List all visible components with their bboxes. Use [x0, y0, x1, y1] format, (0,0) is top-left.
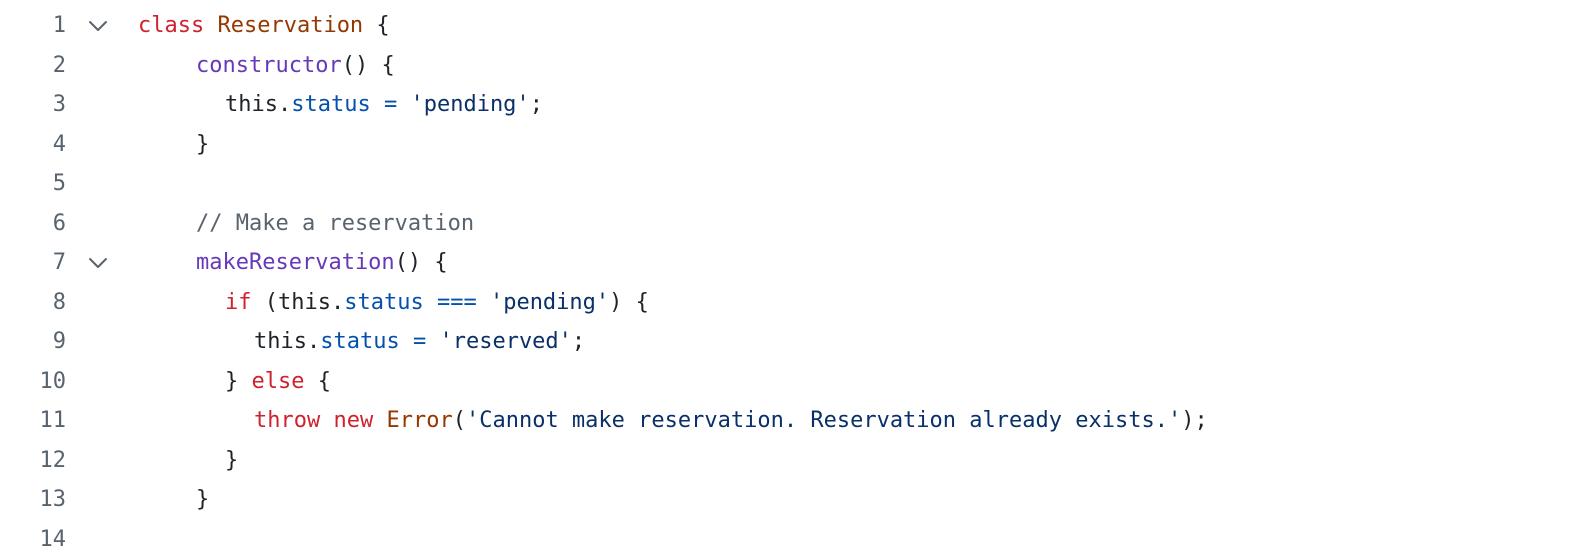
code-token: status — [344, 290, 423, 315]
code-token: Error — [386, 408, 452, 433]
line-number: 7 — [0, 243, 66, 283]
code-line[interactable]: 13} — [0, 480, 1590, 520]
code-text: } — [196, 480, 209, 520]
code-token: 'Cannot make reservation. Reservation al… — [466, 408, 1181, 433]
code-token: () { — [342, 53, 395, 78]
code-token: if — [225, 290, 252, 315]
code-text: throw new Error('Cannot make reservation… — [254, 401, 1208, 441]
code-token: = — [384, 92, 397, 117]
code-text: if (this.status === 'pending') { — [225, 283, 649, 323]
code-text: makeReservation() { — [196, 243, 448, 283]
code-token: status — [291, 92, 370, 117]
line-number: 8 — [0, 283, 66, 323]
code-token: ) { — [609, 290, 649, 315]
code-token — [204, 13, 217, 38]
code-text: } else { — [225, 362, 331, 402]
code-text: class Reservation { — [138, 6, 390, 46]
code-text: constructor() { — [196, 46, 395, 86]
code-token — [400, 329, 413, 354]
code-line[interactable]: 10} else { — [0, 362, 1590, 402]
code-line[interactable]: 12} — [0, 441, 1590, 481]
code-token — [424, 290, 437, 315]
code-token — [477, 290, 490, 315]
line-number: 11 — [0, 401, 66, 441]
code-token: ; — [572, 329, 585, 354]
line-number: 9 — [0, 322, 66, 362]
code-token: } — [225, 448, 238, 473]
code-token: Reservation — [217, 13, 363, 38]
line-number: 3 — [0, 85, 66, 125]
code-token: = — [413, 329, 426, 354]
code-token: ; — [530, 92, 543, 117]
code-line[interactable]: 3 this.status = 'pending'; — [0, 85, 1590, 125]
code-token: } — [196, 487, 209, 512]
code-token — [426, 329, 439, 354]
line-number: 10 — [0, 362, 66, 402]
code-token: 'pending' — [490, 290, 609, 315]
code-line[interactable]: 7 makeReservation() { — [0, 243, 1590, 283]
code-token: (this. — [252, 290, 345, 315]
code-token: ( — [453, 408, 466, 433]
code-text: // Make a reservation — [196, 204, 474, 244]
code-token: () { — [395, 250, 448, 275]
code-line[interactable]: 4} — [0, 125, 1590, 165]
code-token: class — [138, 13, 204, 38]
code-token — [320, 408, 333, 433]
code-token — [397, 92, 410, 117]
code-text: this.status = 'pending'; — [225, 85, 543, 125]
code-token: this. — [225, 92, 291, 117]
code-token: } — [225, 369, 252, 394]
line-number: 13 — [0, 480, 66, 520]
line-number: 5 — [0, 164, 66, 204]
code-token: this. — [254, 329, 320, 354]
code-token: throw — [254, 408, 320, 433]
code-token: } — [196, 132, 209, 157]
code-token — [371, 92, 384, 117]
code-token — [373, 408, 386, 433]
code-token: status — [320, 329, 399, 354]
code-line[interactable]: 14 — [0, 520, 1590, 559]
code-text: } — [196, 125, 209, 165]
code-text: this.status = 'reserved'; — [254, 322, 585, 362]
code-line[interactable]: 6 // Make a reservation — [0, 204, 1590, 244]
code-line[interactable]: 1 class Reservation { — [0, 6, 1590, 46]
line-number: 12 — [0, 441, 66, 481]
code-editor[interactable]: 1class Reservation {2constructor() {3thi… — [0, 6, 1590, 558]
code-token: 'reserved' — [439, 329, 571, 354]
code-token: { — [363, 13, 390, 38]
code-line[interactable]: 11 throw new Error('Cannot make reservati… — [0, 401, 1590, 441]
code-token: new — [333, 408, 373, 433]
chevron-down-icon[interactable] — [84, 243, 112, 283]
line-number: 2 — [0, 46, 66, 86]
line-number: 4 — [0, 125, 66, 165]
code-token: else — [252, 369, 305, 394]
code-token: // Make a reservation — [196, 211, 474, 236]
code-token: ); — [1181, 408, 1208, 433]
line-number: 6 — [0, 204, 66, 244]
code-token: makeReservation — [196, 250, 395, 275]
code-token: constructor — [196, 53, 342, 78]
code-line[interactable]: 2 constructor() { — [0, 46, 1590, 86]
code-token: 'pending' — [410, 92, 529, 117]
line-number: 14 — [0, 520, 66, 559]
code-token: === — [437, 290, 477, 315]
chevron-down-icon[interactable] — [84, 6, 112, 46]
code-line[interactable]: 8 if (this.status === 'pending') { — [0, 283, 1590, 323]
code-token: { — [304, 369, 331, 394]
code-line[interactable]: 5 — [0, 164, 1590, 204]
code-line[interactable]: 9 this.status = 'reserved'; — [0, 322, 1590, 362]
code-text: } — [225, 441, 238, 481]
line-number: 1 — [0, 6, 66, 46]
